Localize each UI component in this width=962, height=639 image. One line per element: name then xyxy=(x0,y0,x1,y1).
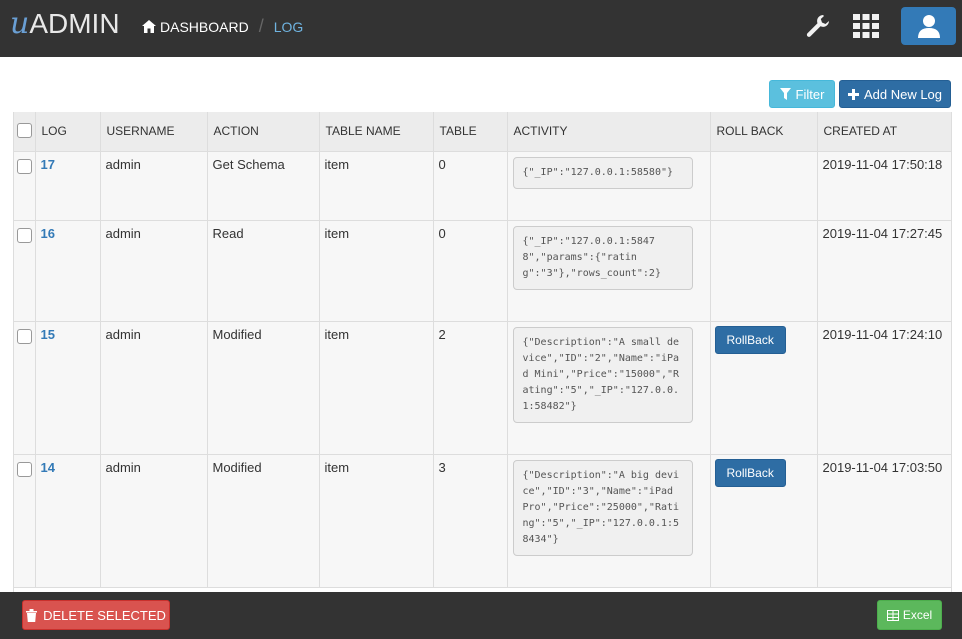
column-header[interactable]: CREATED AT xyxy=(817,112,951,152)
app-logo[interactable]: u ADMIN xyxy=(10,6,120,42)
username-cell: admin xyxy=(100,151,208,221)
select-all-checkbox[interactable] xyxy=(17,123,32,139)
log-id-link[interactable]: 15 xyxy=(41,327,55,342)
top-navbar: u ADMIN DASHBOARD / LOG xyxy=(0,0,962,57)
row-checkbox[interactable] xyxy=(17,328,32,344)
settings-button[interactable] xyxy=(798,8,838,44)
table-name-cell: item xyxy=(319,454,434,588)
table-cell: 2 xyxy=(433,321,508,455)
created-at-cell: 2019-11-04 17:27:45 xyxy=(817,220,951,322)
created-at-cell: 2019-11-04 17:50:18 xyxy=(817,151,951,221)
column-header[interactable]: TABLE NAME xyxy=(319,112,434,152)
rollback-cell xyxy=(710,151,818,221)
apps-menu-button[interactable] xyxy=(846,8,886,44)
action-cell: Modified xyxy=(207,321,320,455)
log-id-link[interactable]: 17 xyxy=(41,157,55,172)
action-cell: Get Schema xyxy=(207,151,320,221)
excel-export-button[interactable]: Excel xyxy=(877,600,942,630)
column-header[interactable]: USERNAME xyxy=(100,112,208,152)
rollback-button[interactable]: RollBack xyxy=(714,458,786,487)
breadcrumb-current: LOG xyxy=(273,18,304,35)
activity-json: {"_IP":"127.0.0.1:58478","params":{"rati… xyxy=(512,225,693,290)
table-name-cell: item xyxy=(319,321,434,455)
row-checkbox[interactable] xyxy=(17,227,32,243)
plus-icon xyxy=(847,88,859,100)
grid-icon xyxy=(853,14,879,38)
logo-u: u xyxy=(10,6,30,41)
table-name-cell: item xyxy=(319,220,434,322)
table-row: 15 admin Modified item 2 {"Description":… xyxy=(14,321,951,455)
filter-icon xyxy=(779,88,791,100)
table-cell: 0 xyxy=(433,220,508,322)
breadcrumb-separator: / xyxy=(258,16,264,36)
delete-selected-button[interactable]: DELETE SELECTED xyxy=(22,600,170,630)
trash-icon xyxy=(26,608,38,622)
row-checkbox[interactable] xyxy=(17,461,32,477)
rollback-button[interactable]: RollBack xyxy=(714,325,786,354)
log-id-link[interactable]: 14 xyxy=(41,460,55,475)
table-icon xyxy=(886,609,899,621)
column-header[interactable]: LOG xyxy=(35,112,101,152)
rollback-cell xyxy=(710,220,818,322)
delete-selected-label: DELETE SELECTED xyxy=(43,607,166,623)
excel-label: Excel xyxy=(902,608,933,622)
select-all-cell xyxy=(14,112,36,152)
username-cell: admin xyxy=(100,454,208,588)
user-menu-button[interactable] xyxy=(901,7,956,45)
column-header[interactable]: ACTION xyxy=(207,112,320,152)
username-cell: admin xyxy=(100,220,208,322)
activity-json: {"Description":"A small device","ID":"2"… xyxy=(512,326,693,423)
log-table-container: LOG USERNAME ACTION TABLE NAME TABLE ACT… xyxy=(13,112,952,592)
created-at-cell: 2019-11-04 17:03:50 xyxy=(817,454,951,588)
column-header[interactable]: ROLL BACK xyxy=(710,112,818,152)
activity-json: {"_IP":"127.0.0.1:58580"} xyxy=(512,156,693,189)
table-name-cell: item xyxy=(319,151,434,221)
wrench-icon xyxy=(806,15,829,37)
table-cell: 0 xyxy=(433,151,508,221)
column-header[interactable]: ACTIVITY xyxy=(507,112,711,152)
table-row: 14 admin Modified item 3 {"Description":… xyxy=(14,454,951,588)
table-row: 17 admin Get Schema item 0 {"_IP":"127.0… xyxy=(14,151,951,221)
home-icon xyxy=(142,20,156,33)
bottom-action-bar: DELETE SELECTED Excel xyxy=(0,592,962,639)
row-checkbox[interactable] xyxy=(17,158,32,174)
breadcrumb: DASHBOARD / LOG xyxy=(142,16,303,37)
action-cell: Modified xyxy=(207,454,320,588)
add-new-log-label: Add New Log xyxy=(863,86,943,102)
table-cell: 3 xyxy=(433,454,508,588)
table-header-row: LOG USERNAME ACTION TABLE NAME TABLE ACT… xyxy=(14,112,951,152)
activity-json: {"Description":"A big device","ID":"3","… xyxy=(512,459,693,556)
add-new-log-button[interactable]: Add New Log xyxy=(839,80,951,108)
action-cell: Read xyxy=(207,220,320,322)
filter-button[interactable]: Filter xyxy=(769,80,835,108)
breadcrumb-dashboard-label: DASHBOARD xyxy=(160,18,249,35)
username-cell: admin xyxy=(100,321,208,455)
table-row: 16 admin Read item 0 {"_IP":"127.0.0.1:5… xyxy=(14,220,951,322)
filter-label: Filter xyxy=(795,86,825,102)
logo-admin: ADMIN xyxy=(29,8,120,39)
user-icon xyxy=(917,15,940,38)
column-header[interactable]: TABLE xyxy=(433,112,508,152)
created-at-cell: 2019-11-04 17:24:10 xyxy=(817,321,951,455)
log-id-link[interactable]: 16 xyxy=(41,226,55,241)
breadcrumb-dashboard-link[interactable]: DASHBOARD xyxy=(142,19,249,35)
log-table: LOG USERNAME ACTION TABLE NAME TABLE ACT… xyxy=(14,112,951,588)
